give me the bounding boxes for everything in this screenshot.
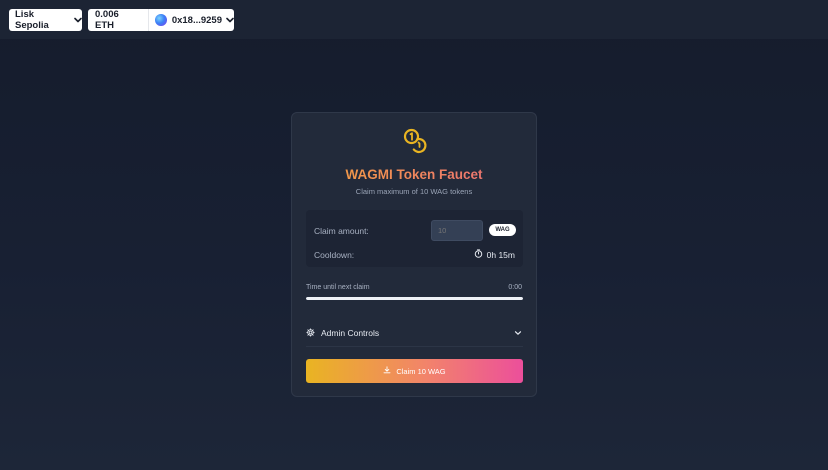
token-badge: WAG (489, 224, 516, 236)
admin-controls-label: Admin Controls (321, 327, 380, 338)
progress-label: Time until next claim (306, 284, 370, 291)
claim-button[interactable]: Claim 10 WAG (306, 359, 523, 383)
progress-time: 0:00 (508, 284, 522, 291)
claim-progress-fill (306, 297, 523, 300)
top-bar: Lisk Sepolia 0.006 ETH 0x18...9259 (0, 0, 828, 39)
cooldown-value: 0h 15m (486, 249, 515, 260)
faucet-subtitle: Claim maximum of 10 WAG tokens (355, 187, 473, 196)
claim-amount-label: Claim amount: (314, 226, 369, 236)
chevron-down-icon (514, 330, 522, 336)
network-label: Lisk Sepolia (15, 9, 49, 31)
gear-icon (306, 328, 315, 337)
faucet-title: WAGMI Token Faucet (292, 167, 536, 182)
admin-controls-toggle[interactable]: Admin Controls (306, 319, 523, 347)
timer-icon (474, 249, 483, 260)
chevron-down-icon (226, 17, 234, 23)
cooldown-value-group: 0h 15m (474, 249, 515, 260)
network-selector[interactable]: Lisk Sepolia (9, 9, 82, 31)
coins-icon (401, 126, 429, 154)
chevron-down-icon (74, 17, 82, 23)
download-icon (383, 366, 391, 376)
wallet-balance: 0.006 ETH (95, 9, 119, 31)
wallet-divider (148, 9, 150, 31)
claim-progress-bar (306, 297, 523, 300)
wallet-avatar-icon (155, 14, 167, 26)
wallet-address: 0x18...9259 (171, 14, 222, 26)
faucet-card: WAGMI Token Faucet Claim maximum of 10 W… (291, 112, 537, 397)
claim-amount-input[interactable] (431, 220, 483, 241)
wallet-account-button[interactable]: 0.006 ETH 0x18...9259 (88, 9, 234, 31)
claim-details-panel: Claim amount: WAG Cooldown: 0h 15m (306, 210, 523, 267)
cooldown-label: Cooldown: (314, 250, 355, 260)
claim-button-label: Claim 10 WAG (396, 366, 446, 376)
